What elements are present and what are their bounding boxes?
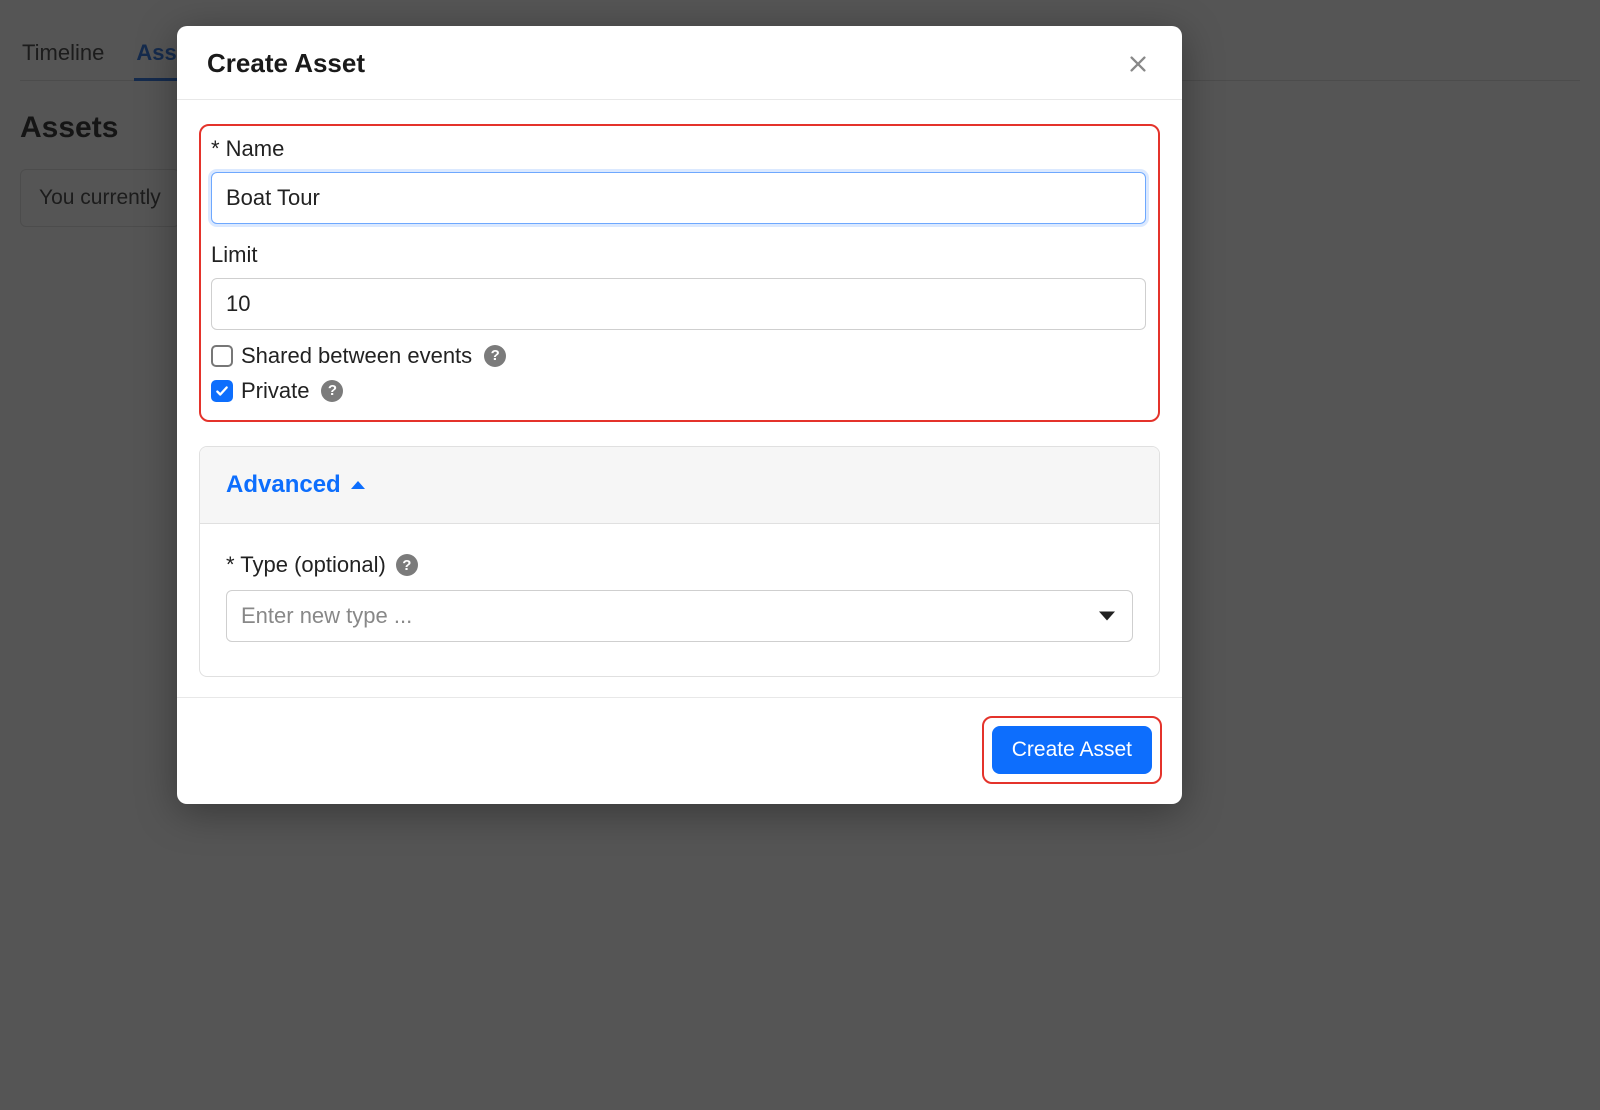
advanced-toggle[interactable]: Advanced bbox=[200, 447, 1159, 524]
create-asset-modal: Create Asset * Name Limit Shared between… bbox=[177, 26, 1182, 804]
submit-highlight: Create Asset bbox=[982, 716, 1162, 784]
shared-checkbox[interactable] bbox=[211, 345, 233, 367]
type-select-value: Enter new type ... bbox=[226, 590, 1133, 642]
type-label: * Type (optional) bbox=[226, 552, 386, 578]
check-icon bbox=[215, 384, 229, 398]
close-icon bbox=[1127, 53, 1149, 75]
help-icon[interactable]: ? bbox=[396, 554, 418, 576]
shared-label: Shared between events bbox=[241, 338, 472, 373]
limit-label: Limit bbox=[211, 242, 1146, 268]
modal-title: Create Asset bbox=[207, 48, 365, 79]
limit-input[interactable] bbox=[211, 278, 1146, 330]
shared-between-events-row: Shared between events ? bbox=[211, 338, 1146, 373]
help-icon[interactable]: ? bbox=[484, 345, 506, 367]
modal-footer: Create Asset bbox=[177, 697, 1182, 804]
close-button[interactable] bbox=[1124, 50, 1152, 78]
modal-body: * Name Limit Shared between events ? Pri… bbox=[177, 100, 1182, 697]
chevron-down-icon bbox=[1099, 612, 1115, 621]
advanced-panel: Advanced * Type (optional) ? Enter new t… bbox=[199, 446, 1160, 677]
private-checkbox[interactable] bbox=[211, 380, 233, 402]
required-fields-highlight: * Name Limit Shared between events ? Pri… bbox=[199, 124, 1160, 422]
modal-header: Create Asset bbox=[177, 26, 1182, 100]
type-select[interactable]: Enter new type ... bbox=[226, 590, 1133, 642]
help-icon[interactable]: ? bbox=[321, 380, 343, 402]
advanced-body: * Type (optional) ? Enter new type ... bbox=[200, 524, 1159, 676]
private-label: Private bbox=[241, 373, 309, 408]
name-label: * Name bbox=[211, 136, 1146, 162]
create-asset-button[interactable]: Create Asset bbox=[992, 726, 1152, 774]
name-input[interactable] bbox=[211, 172, 1146, 224]
caret-up-icon bbox=[351, 481, 365, 489]
private-row: Private ? bbox=[211, 373, 1146, 408]
advanced-title: Advanced bbox=[226, 471, 341, 499]
